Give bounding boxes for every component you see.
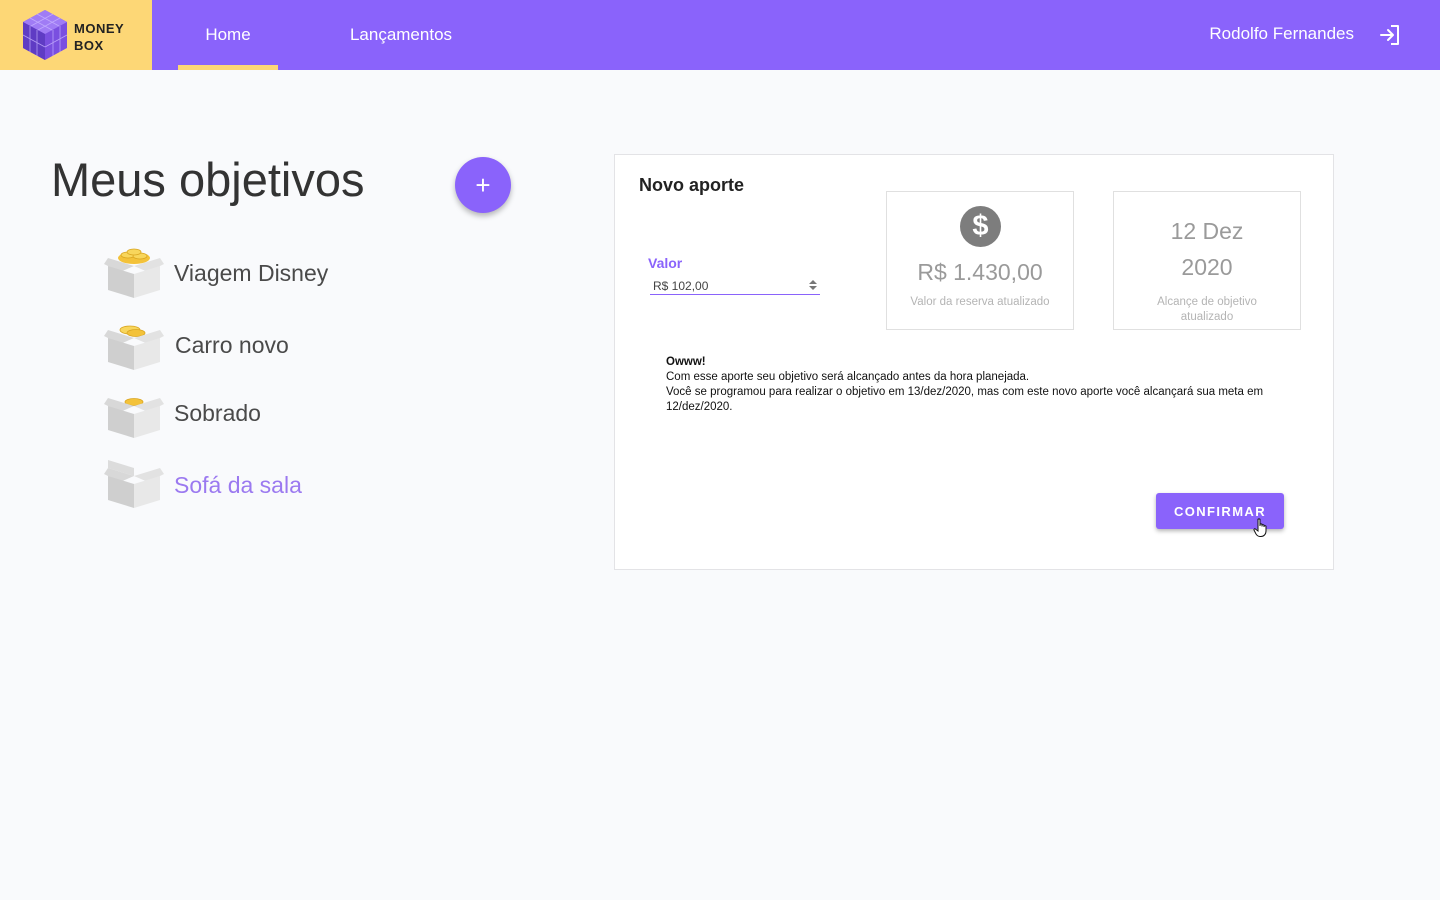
page-title: Meus objetivos (51, 153, 365, 206)
goal-item-viagem-disney[interactable]: Viagem Disney (104, 246, 464, 302)
cube-logo-icon (22, 10, 68, 60)
info-message: Owww! Com esse aporte seu objetivo será … (666, 355, 1296, 415)
user-name[interactable]: Rodolfo Fernandes (1209, 24, 1354, 44)
goal-date-box: 12 Dez 2020 Alcançe de objetivo atualiza… (1113, 191, 1301, 330)
nav-tab-label: Lançamentos (349, 25, 453, 44)
goal-item-carro-novo[interactable]: Carro novo (104, 318, 464, 374)
nav-tab-home[interactable]: Home (178, 0, 278, 70)
nav-tab-label: Home (205, 25, 251, 44)
value-input[interactable] (650, 277, 800, 295)
message-title: Owww! (666, 356, 706, 368)
reserve-caption: Valor da reserva atualizado (910, 296, 1050, 308)
message-line: Com esse aporte seu objetivo será alcanç… (666, 371, 1030, 383)
top-navigation-bar: MONEY BOX Home Lançamentos Rodolfo Ferna… (0, 0, 1440, 70)
add-goal-button[interactable]: + (455, 157, 511, 213)
empty-box-icon (104, 460, 164, 508)
goal-item-sofa-da-sala[interactable]: Sofá da sala (104, 456, 464, 512)
nav-tab-lancamentos[interactable]: Lançamentos (330, 0, 472, 70)
goal-date-day-month: 12 Dez (1170, 218, 1244, 244)
logo-line-2: BOX (74, 38, 104, 53)
logo[interactable]: MONEY BOX (0, 0, 152, 70)
box-with-coins-icon (104, 398, 164, 438)
number-spinner-icon[interactable] (808, 279, 818, 291)
goal-label: Sobrado (174, 400, 261, 426)
card-title: Novo aporte (639, 175, 745, 195)
new-contribution-card: Novo aporte Valor $ R$ 1.430,00 Valor da… (614, 154, 1334, 570)
goal-item-sobrado[interactable]: Sobrado (104, 386, 464, 442)
value-field-label: Valor (648, 255, 683, 271)
reserve-value-box: $ R$ 1.430,00 Valor da reserva atualizad… (886, 191, 1074, 330)
message-line: Você se programou para realizar o objeti… (666, 386, 1264, 413)
value-field[interactable] (650, 277, 820, 295)
goal-label: Viagem Disney (174, 260, 329, 286)
logo-text: MONEY BOX (74, 20, 124, 54)
logo-line-1: MONEY (74, 21, 125, 36)
hand-cursor-icon (1253, 518, 1267, 537)
box-with-coins-icon (104, 248, 164, 298)
logout-icon[interactable] (1378, 23, 1402, 47)
reserve-value: R$ 1.430,00 (917, 259, 1043, 285)
goal-label: Sofá da sala (174, 472, 302, 498)
dollar-coin-icon: $ (960, 206, 1001, 247)
box-with-coins-icon (104, 325, 164, 370)
goal-label: Carro novo (175, 332, 289, 358)
goal-date-caption: Alcançe de objetivo atualizado (1157, 296, 1257, 323)
goal-date-year: 2020 (1181, 254, 1233, 280)
